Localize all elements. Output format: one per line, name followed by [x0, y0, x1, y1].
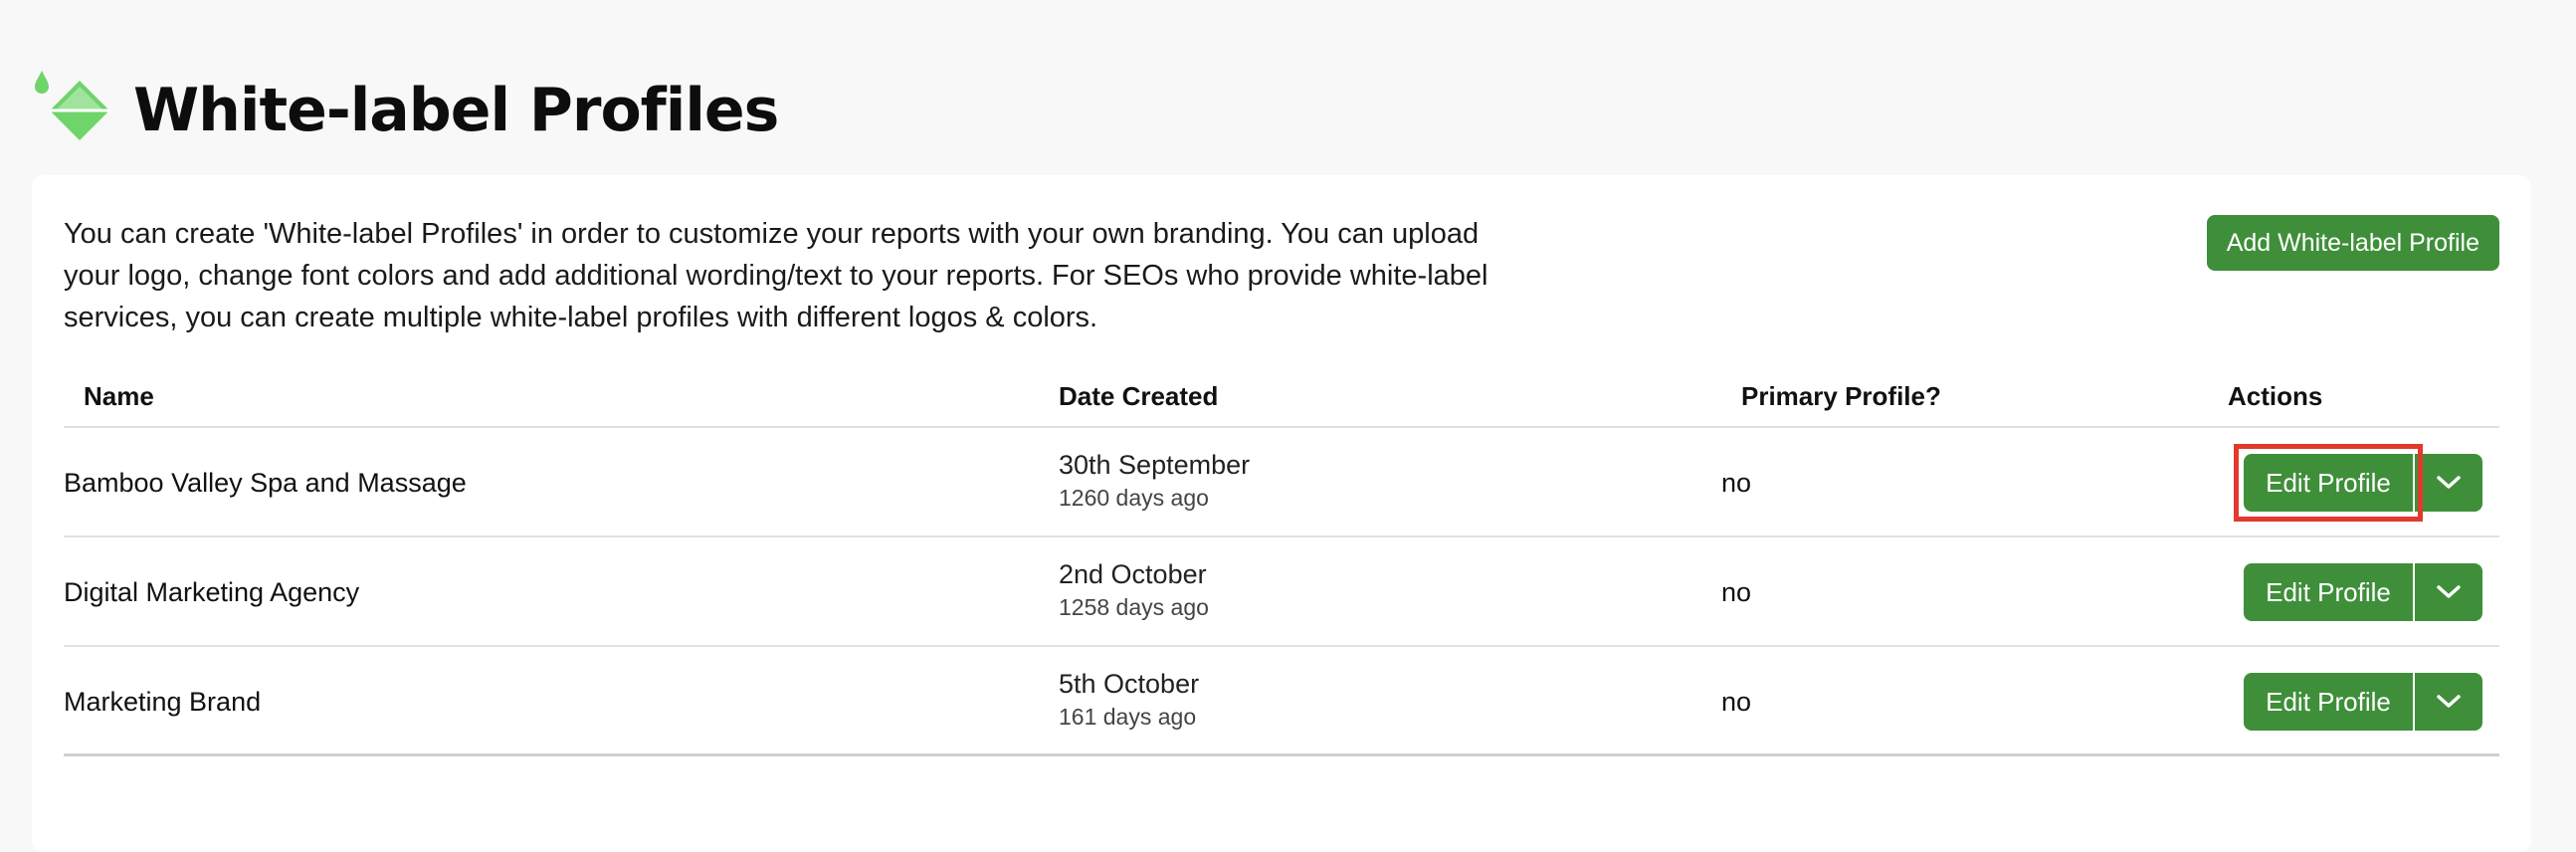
page-header: White-label Profiles [32, 56, 779, 165]
table-row: Digital Marketing Agency 2nd October 125… [64, 537, 2499, 647]
table-row: Bamboo Valley Spa and Massage 30th Septe… [64, 428, 2499, 537]
chevron-down-icon [2437, 476, 2461, 489]
date-created: 2nd October [1059, 559, 1207, 589]
chevron-down-icon [2437, 695, 2461, 708]
date-created: 30th September [1059, 450, 1251, 480]
page-title: White-label Profiles [133, 76, 779, 145]
profiles-table: Name Date Created Primary Profile? Actio… [64, 364, 2499, 756]
actions-dropdown-button[interactable] [2415, 673, 2482, 731]
table-header: Name Date Created Primary Profile? Actio… [64, 364, 2499, 428]
days-ago: 1260 days ago [1059, 485, 1209, 511]
actions-dropdown-button[interactable] [2415, 563, 2482, 621]
primary-profile-value: no [1721, 577, 1752, 607]
row-actions: Edit Profile [2234, 444, 2482, 522]
profile-name: Bamboo Valley Spa and Massage [64, 468, 467, 498]
row-actions: Edit Profile [2244, 563, 2482, 621]
date-created-cell: 5th October 161 days ago [1059, 667, 1199, 733]
column-header-actions: Actions [2228, 381, 2323, 411]
table-row: Marketing Brand 5th October 161 days ago… [64, 647, 2499, 756]
days-ago: 161 days ago [1059, 704, 1197, 730]
profiles-card: You can create 'White-label Profiles' in… [32, 175, 2531, 852]
profile-name: Digital Marketing Agency [64, 577, 360, 607]
intro-text: You can create 'White-label Profiles' in… [64, 218, 1488, 333]
edit-profile-button[interactable]: Edit Profile [2244, 673, 2413, 731]
row-actions: Edit Profile [2244, 673, 2482, 731]
column-header-date-created: Date Created [1059, 381, 1219, 411]
primary-profile-value: no [1721, 687, 1752, 717]
profile-name: Marketing Brand [64, 687, 262, 717]
date-created-cell: 2nd October 1258 days ago [1059, 557, 1209, 623]
add-white-label-profile-button[interactable]: Add White-label Profile [2206, 215, 2499, 271]
edit-profile-button[interactable]: Edit Profile [2244, 454, 2413, 512]
paint-bucket-icon [32, 69, 115, 152]
date-created-cell: 30th September 1260 days ago [1059, 448, 1250, 514]
date-created: 5th October [1059, 669, 1200, 699]
primary-profile-value: no [1721, 468, 1752, 498]
actions-dropdown-button[interactable] [2415, 454, 2482, 512]
days-ago: 1258 days ago [1059, 594, 1209, 620]
column-header-primary-profile: Primary Profile? [1741, 381, 1941, 411]
edit-profile-button[interactable]: Edit Profile [2244, 563, 2413, 621]
chevron-down-icon [2437, 585, 2461, 598]
column-header-name: Name [84, 381, 154, 411]
